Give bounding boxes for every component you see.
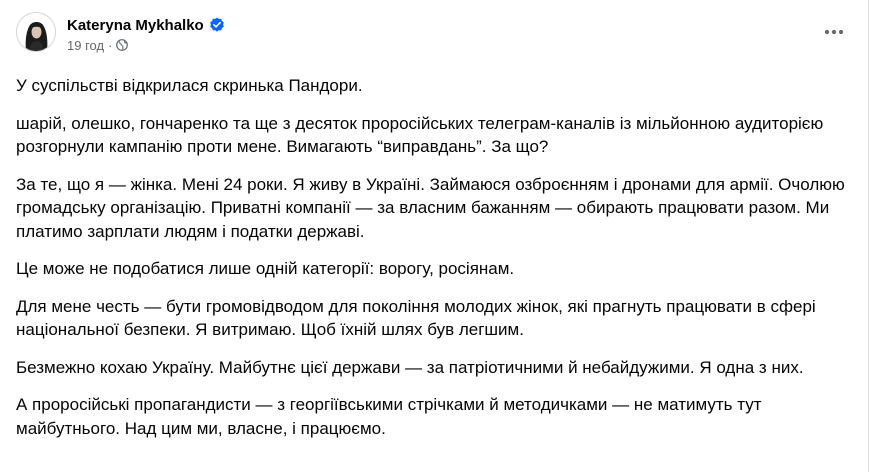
post-paragraph: За те, що я — жінка. Мені 24 роки. Я жив… xyxy=(16,174,845,241)
facebook-post: Kateryna Mykhalko 19 год · У суспільстві… xyxy=(0,0,869,472)
author-name[interactable]: Kateryna Mykhalko xyxy=(67,17,204,34)
post-paragraph: Це може не подобатися лише одній категор… xyxy=(16,259,515,278)
globe-icon[interactable] xyxy=(116,39,129,51)
post-body: У суспільстві відкрилася скринька Пандор… xyxy=(16,74,848,454)
post-paragraph: Безмежно кохаю Україну. Майбутнє цієї де… xyxy=(16,357,804,377)
verified-badge-icon xyxy=(209,17,225,33)
post-paragraph: Для мене честь — бути громовідводом для … xyxy=(16,296,816,340)
post-header: Kateryna Mykhalko 19 год · xyxy=(16,12,852,64)
post-timestamp[interactable]: 19 год xyxy=(67,38,104,53)
post-paragraph: А проросійські пропагандисти — з георгії… xyxy=(16,395,762,438)
author-row: Kateryna Mykhalko xyxy=(67,15,225,35)
author-avatar[interactable] xyxy=(16,12,56,52)
more-options-icon xyxy=(824,29,844,35)
avatar-image xyxy=(17,13,55,51)
post-paragraph: шарій, олешко, гончаренко та ще з десято… xyxy=(16,113,824,157)
meta-separator: · xyxy=(108,37,113,53)
post-paragraph: У суспільстві відкрилася скринька Пандор… xyxy=(16,76,363,95)
more-options-button[interactable] xyxy=(816,14,852,50)
post-meta: 19 год · xyxy=(67,37,129,53)
